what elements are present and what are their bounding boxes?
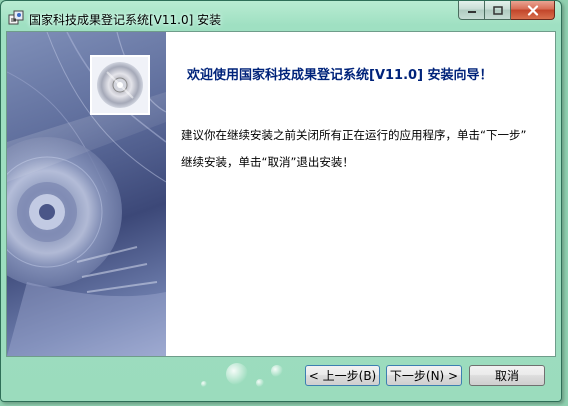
installer-window: 国家科技成果登记系统[V11.0] 安装 欢迎使用国家科技成果登记系统[V11.… [0,0,562,402]
instruction-text-line-1: 建议你在继续安装之前关闭所有正在运行的应用程序，单击“下一步” [181,128,527,142]
welcome-title: 欢迎使用国家科技成果登记系统[V11.0] 安装向导！ [187,68,493,83]
cd-disc-art [7,32,166,356]
title-bar: 国家科技成果登记系统[V11.0] 安装 [1,1,561,31]
window-controls [458,1,555,21]
close-button[interactable] [511,1,555,20]
decorative-bubble [256,379,264,387]
next-button[interactable]: 下一步(N) > [386,365,462,386]
decorative-bubble [271,365,283,377]
wizard-content: 欢迎使用国家科技成果登记系统[V11.0] 安装向导！ 建议你在继续安装之前关闭… [6,31,556,357]
maximize-button[interactable] [485,1,511,20]
minimize-icon [467,11,476,13]
window-title: 国家科技成果登记系统[V11.0] 安装 [29,13,222,27]
close-icon [527,4,538,16]
minimize-button[interactable] [458,1,485,20]
button-bar: < 上一步(B) 下一步(N) > 取消 [1,357,561,401]
decorative-bubble [226,363,248,385]
wizard-sidebar-image [7,32,166,356]
installer-app-icon [8,10,24,25]
decorative-bubble [201,381,207,387]
back-button[interactable]: < 上一步(B) [305,365,380,386]
instruction-text-line-2: 继续安装，单击“取消”退出安装！ [181,155,354,169]
cancel-button[interactable]: 取消 [469,365,545,386]
maximize-icon [492,5,503,15]
